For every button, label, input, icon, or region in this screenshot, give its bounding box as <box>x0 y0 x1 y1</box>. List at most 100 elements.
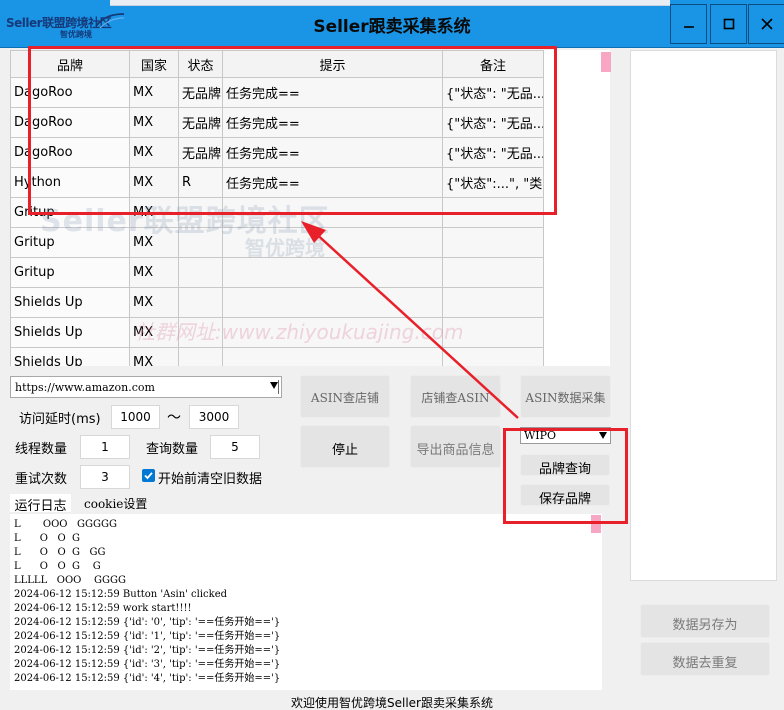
cell-note[interactable]: {"状态": "无品... <box>442 107 544 138</box>
cell-country[interactable]: MX <box>129 167 179 198</box>
table-row[interactable]: Gritup MX <box>10 227 544 258</box>
cell-tip[interactable] <box>222 257 443 288</box>
log-line: L O O G G <box>14 561 101 572</box>
cell-country[interactable]: MX <box>129 197 179 228</box>
threads-label: 线程数量 <box>15 442 68 457</box>
checkmark-icon <box>144 472 153 480</box>
log-scrollbar-thumb[interactable] <box>591 515 601 533</box>
cell-brand[interactable]: Gritup <box>10 257 130 288</box>
table-row[interactable]: Shields Up MX <box>10 317 544 348</box>
clear-data-label: 开始前清空旧数据 <box>158 472 263 487</box>
save-brand-button[interactable]: 保存品牌 <box>520 484 610 507</box>
cell-brand[interactable]: Shields Up <box>10 347 130 366</box>
cell-note[interactable]: {"状态": "无品... <box>442 77 544 108</box>
store-asin-button[interactable]: 店铺查ASIN <box>410 375 501 418</box>
cell-note[interactable] <box>442 287 544 318</box>
cell-brand[interactable]: DagoRoo <box>10 107 130 138</box>
query-count-input[interactable]: 5 <box>210 435 260 459</box>
column-header-country[interactable]: 国家 <box>129 50 179 78</box>
cell-note[interactable] <box>442 227 544 258</box>
cell-country[interactable]: MX <box>129 107 179 138</box>
retry-input[interactable]: 3 <box>80 465 130 489</box>
tab-cookie-settings[interactable]: cookie设置 <box>84 494 147 512</box>
cell-note[interactable] <box>442 257 544 288</box>
cell-status[interactable] <box>178 347 223 366</box>
cell-tip[interactable] <box>222 287 443 318</box>
cell-status[interactable] <box>178 287 223 318</box>
cell-status[interactable]: R <box>178 167 223 198</box>
cell-note[interactable] <box>442 347 544 366</box>
column-header-tip[interactable]: 提示 <box>222 50 443 78</box>
cell-status[interactable] <box>178 317 223 348</box>
cell-tip[interactable]: 任务完成== <box>222 137 443 168</box>
delay-label: 访问延时(ms) <box>19 412 101 427</box>
cell-country[interactable]: MX <box>129 227 179 258</box>
table-row[interactable]: DagoRoo MX 无品牌 任务完成== {"状态": "无品... <box>10 137 544 168</box>
cell-brand[interactable]: DagoRoo <box>10 137 130 168</box>
wipo-select[interactable]: WIPO <box>520 427 611 444</box>
cell-brand[interactable]: Shields Up <box>10 317 130 348</box>
cell-note[interactable]: {"状态": "无品... <box>442 137 544 168</box>
cell-country[interactable]: MX <box>129 77 179 108</box>
export-button[interactable]: 导出商品信息 <box>410 425 501 468</box>
maximize-icon <box>723 18 734 30</box>
cell-status[interactable] <box>178 257 223 288</box>
cell-country[interactable]: MX <box>129 137 179 168</box>
stop-button[interactable]: 停止 <box>300 425 390 468</box>
cell-brand[interactable]: DagoRoo <box>10 77 130 108</box>
run-log-output[interactable]: L OOO GGGGG L O O G L O O G GG L O O G G LLL… <box>10 514 602 690</box>
table-row[interactable]: DagoRoo MX 无品牌 任务完成== {"状态": "无品... <box>10 107 544 138</box>
results-table[interactable]: 品牌 国家 状态 提示 备注 DagoRoo MX 无品牌 任务完成== {"状态": … <box>10 50 610 366</box>
table-row[interactable]: Shields Up MX <box>10 287 544 318</box>
cell-brand[interactable]: Gritup <box>10 197 130 228</box>
url-select[interactable]: https://www.amazon.com <box>10 376 282 398</box>
cell-brand[interactable]: Shields Up <box>10 287 130 318</box>
close-button[interactable] <box>748 4 784 44</box>
table-row[interactable]: Gritup MX <box>10 197 544 228</box>
cell-status[interactable] <box>178 197 223 228</box>
cell-status[interactable]: 无品牌 <box>178 107 223 138</box>
cell-status[interactable]: 无品牌 <box>178 77 223 108</box>
cell-note[interactable] <box>442 197 544 228</box>
table-row[interactable]: Gritup MX <box>10 257 544 288</box>
status-bar: 欢迎使用智优跨境Seller跟卖采集系统 <box>291 696 493 710</box>
table-scrollbar-thumb[interactable] <box>601 52 611 72</box>
table-row[interactable]: DagoRoo MX 无品牌 任务完成== {"状态": "无品... <box>10 77 544 108</box>
cell-tip[interactable] <box>222 347 443 366</box>
cell-status[interactable] <box>178 227 223 258</box>
cell-status[interactable]: 无品牌 <box>178 137 223 168</box>
maximize-button[interactable] <box>710 4 747 44</box>
column-header-status[interactable]: 状态 <box>178 50 223 78</box>
cell-country[interactable]: MX <box>129 347 179 366</box>
threads-input[interactable]: 1 <box>80 435 130 459</box>
cell-brand[interactable]: Hython <box>10 167 130 198</box>
log-line: LLLLL OOO GGGG <box>14 575 127 586</box>
cell-country[interactable]: MX <box>129 257 179 288</box>
clear-data-checkbox[interactable] <box>142 469 155 482</box>
cell-note[interactable]: {"状态":...", "类... <box>442 167 544 198</box>
cell-note[interactable] <box>442 317 544 348</box>
cell-tip[interactable] <box>222 197 443 228</box>
cell-tip[interactable]: 任务完成== <box>222 107 443 138</box>
save-as-button[interactable]: 数据另存为 <box>640 604 770 638</box>
cell-tip[interactable] <box>222 317 443 348</box>
table-row[interactable]: HythonMXR任务完成=={"状态":...", "类... <box>10 167 544 198</box>
minimize-button[interactable] <box>670 4 707 44</box>
column-header-brand[interactable]: 品牌 <box>10 50 130 78</box>
asin-collect-button[interactable]: ASIN数据采集 <box>520 375 611 418</box>
delay-max-input[interactable]: 3000 <box>189 405 239 429</box>
cell-country[interactable]: MX <box>129 287 179 318</box>
delay-min-input[interactable]: 1000 <box>111 405 160 429</box>
cell-tip[interactable]: 任务完成== <box>222 77 443 108</box>
log-line: L OOO GGGGG <box>14 519 117 530</box>
cell-country[interactable]: MX <box>129 317 179 348</box>
dedupe-button[interactable]: 数据去重复 <box>640 642 770 676</box>
tab-run-log[interactable]: 运行日志 <box>10 494 71 514</box>
cell-brand[interactable]: Gritup <box>10 227 130 258</box>
brand-query-button[interactable]: 品牌查询 <box>520 454 610 477</box>
column-header-note[interactable]: 备注 <box>442 50 544 78</box>
cell-tip[interactable]: 任务完成== <box>222 167 443 198</box>
table-row[interactable]: Shields Up MX <box>10 347 544 366</box>
asin-store-button[interactable]: ASIN查店铺 <box>300 375 390 418</box>
cell-tip[interactable] <box>222 227 443 258</box>
